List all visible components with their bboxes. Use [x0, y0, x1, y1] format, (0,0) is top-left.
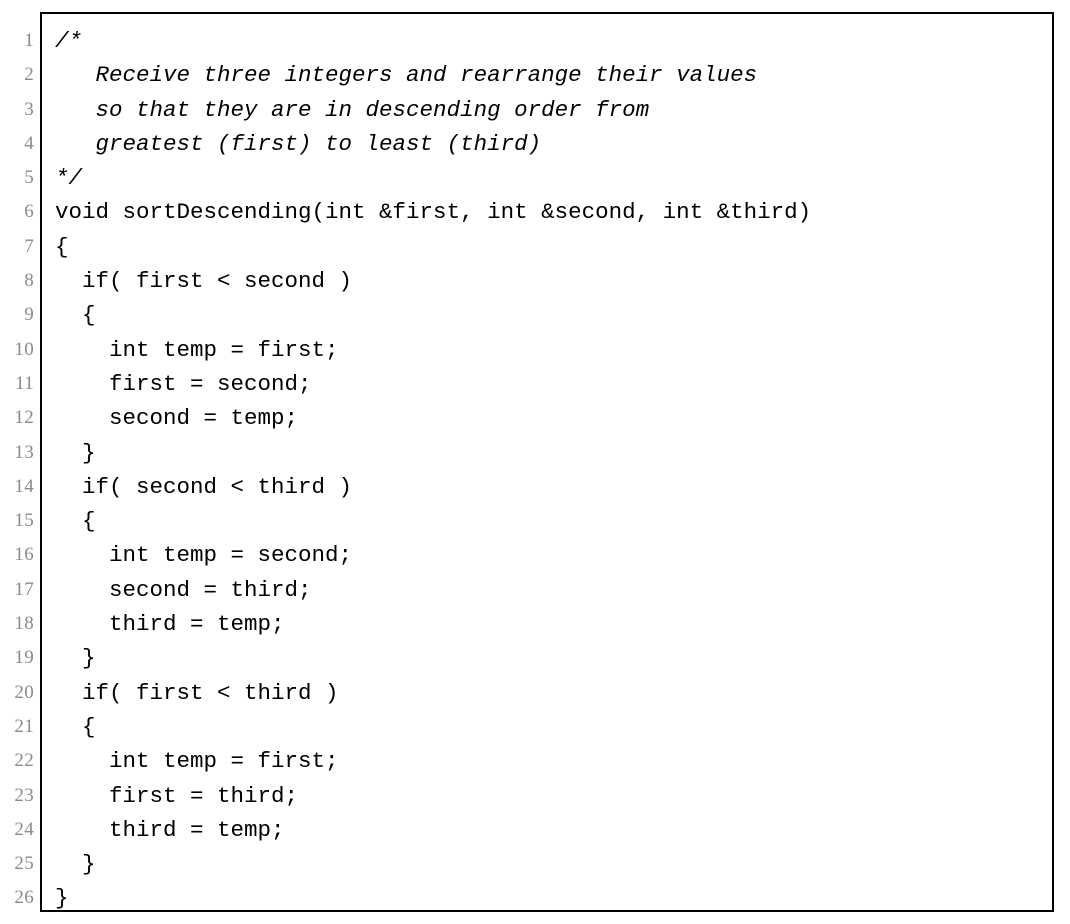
line-number: 18	[14, 613, 34, 635]
code-line: 13 }	[14, 436, 1052, 470]
code-line: 22 int temp = first;	[14, 744, 1052, 778]
code-listing-root: 1 /* 2 Receive three integers and rearrang…	[0, 0, 1070, 924]
line-number: 11	[15, 372, 34, 394]
code-comment-text: */	[55, 165, 83, 192]
code-line: 26}	[14, 881, 1052, 915]
code-line: 17 second = third;	[14, 573, 1052, 607]
line-number: 20	[14, 681, 34, 703]
code-line: 5 */	[24, 161, 1052, 195]
code-line: 25 }	[14, 847, 1052, 881]
code-text: void sortDescending(int &first, int &sec…	[55, 199, 812, 226]
code-line: 7{	[24, 230, 1052, 264]
code-text: {	[55, 233, 69, 260]
code-line: 6 void sortDescending(int &first, int &se…	[24, 195, 1052, 229]
line-number: 25	[14, 853, 34, 875]
code-line: 1 /*	[24, 24, 1052, 58]
line-number: 24	[14, 818, 34, 840]
code-line: 14 if( second < third )	[14, 470, 1052, 504]
code-text: {	[55, 713, 96, 740]
line-number: 26	[14, 887, 34, 909]
line-number: 22	[14, 750, 34, 772]
line-number: 7	[24, 235, 34, 257]
code-text: if( first < third )	[55, 679, 339, 706]
code-line: 24 third = temp;	[14, 813, 1052, 847]
code-text: }	[55, 885, 69, 912]
line-number: 13	[14, 441, 34, 463]
code-line: 18 third = temp;	[14, 607, 1052, 641]
line-number: 19	[14, 647, 34, 669]
line-number: 8	[24, 270, 34, 292]
code-line: 23 first = third;	[14, 779, 1052, 813]
line-number: 23	[14, 784, 34, 806]
code-text: {	[55, 302, 96, 329]
line-number: 5	[24, 167, 34, 189]
code-listing-body: 1 /* 2 Receive three integers and rearrang…	[14, 14, 1052, 916]
line-number: 16	[14, 544, 34, 566]
code-line: 16 int temp = second;	[14, 538, 1052, 572]
line-number: 14	[14, 475, 34, 497]
code-line: 10 int temp = first;	[14, 333, 1052, 367]
code-comment-text: so that they are in descending order fro…	[55, 96, 650, 123]
line-number: 9	[24, 304, 34, 326]
code-comment-text: /*	[55, 28, 83, 54]
line-number: 10	[14, 338, 34, 360]
code-text: }	[55, 645, 96, 672]
code-line: 11 first = second;	[15, 367, 1052, 401]
code-comment-text: greatest (first) to least (third)	[55, 130, 542, 157]
line-number: 15	[14, 510, 34, 532]
line-number: 3	[24, 98, 34, 120]
line-number: 6	[24, 201, 34, 223]
code-line: 9 {	[24, 298, 1052, 332]
code-text: first = third;	[55, 782, 299, 809]
line-number: 4	[24, 132, 34, 154]
code-line: 4 greatest (first) to least (third)	[24, 127, 1052, 161]
line-number: 12	[14, 407, 34, 429]
code-text: third = temp;	[55, 611, 285, 638]
code-text: second = temp;	[55, 405, 299, 432]
line-number: 2	[24, 64, 34, 86]
code-text: }	[55, 851, 96, 878]
code-text: int temp = second;	[55, 542, 353, 569]
code-text: if( first < second )	[55, 268, 353, 295]
code-line: 12 second = temp;	[14, 401, 1052, 435]
code-text: }	[55, 439, 96, 466]
code-listing-frame: 1 /* 2 Receive three integers and rearrang…	[14, 12, 1054, 912]
code-text: second = third;	[55, 576, 312, 603]
code-text: int temp = first;	[55, 748, 339, 775]
code-line: 2 Receive three integers and rearrange t…	[24, 58, 1052, 92]
line-number: 21	[14, 715, 34, 737]
code-line: 21 {	[14, 710, 1052, 744]
code-line: 20 if( first < third )	[14, 676, 1052, 710]
code-text: if( second < third )	[55, 473, 353, 500]
code-comment-text: Receive three integers and rearrange the…	[55, 62, 758, 89]
code-text: int temp = first;	[55, 336, 339, 363]
line-number: 17	[14, 578, 34, 600]
code-text: first = second;	[55, 370, 312, 397]
code-text: third = temp;	[55, 816, 285, 843]
code-text: {	[55, 508, 96, 535]
code-line: 19 }	[14, 641, 1052, 675]
code-line: 3 so that they are in descending order f…	[24, 93, 1052, 127]
line-number: 1	[24, 30, 34, 51]
code-line: 8 if( first < second )	[24, 264, 1052, 298]
code-line: 15 {	[14, 504, 1052, 538]
